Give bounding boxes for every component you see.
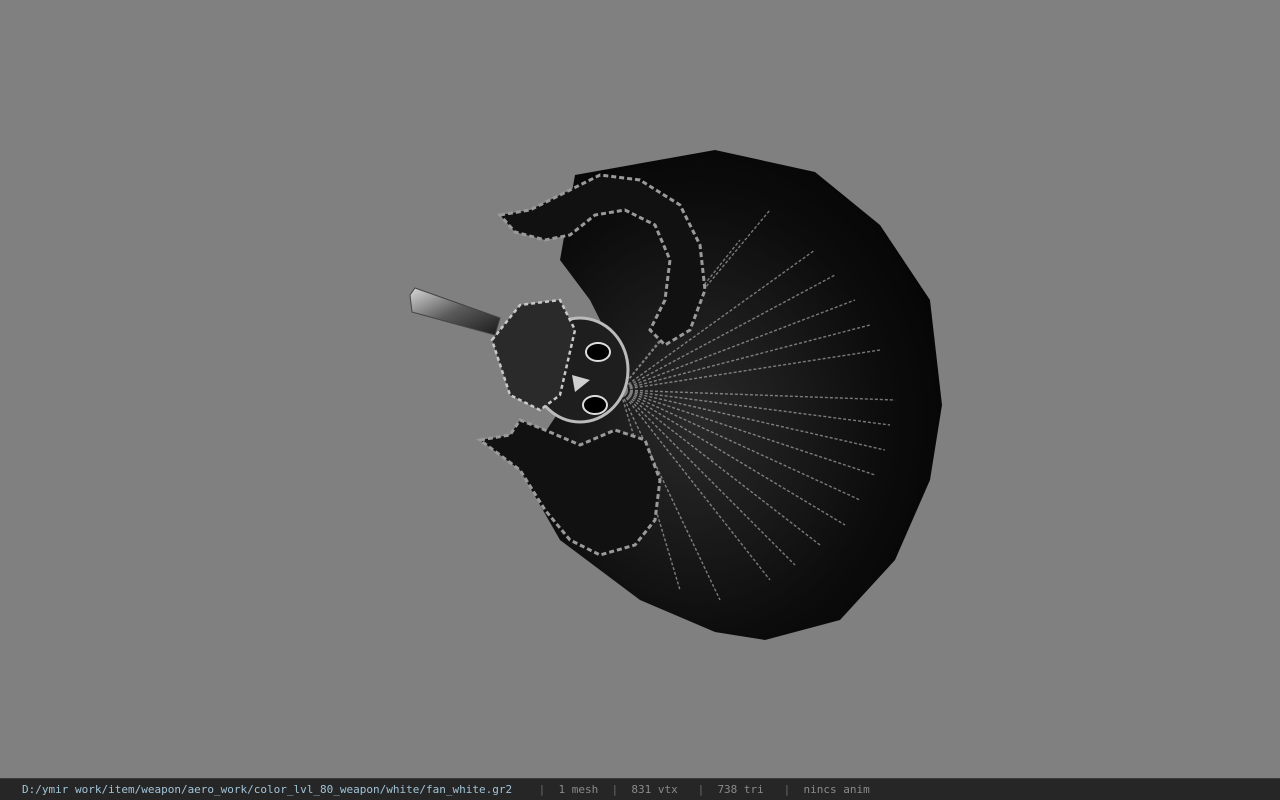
animation-status: nincs anim	[803, 783, 870, 796]
fan-handle	[409, 287, 501, 336]
3d-viewport[interactable]	[0, 0, 1280, 778]
vertex-count: 831 vtx	[631, 783, 678, 796]
status-bar: D:/ymir work/item/weapon/aero_work/color…	[0, 778, 1280, 800]
mesh-count: 1 mesh	[558, 783, 599, 796]
fan-weapon-model	[409, 150, 942, 640]
status-separator: |	[697, 783, 705, 796]
status-separator: |	[611, 783, 619, 796]
status-separator: |	[783, 783, 791, 796]
file-path: D:/ymir work/item/weapon/aero_work/color…	[22, 783, 513, 796]
status-separator: |	[538, 783, 546, 796]
triangle-count: 738 tri	[717, 783, 764, 796]
